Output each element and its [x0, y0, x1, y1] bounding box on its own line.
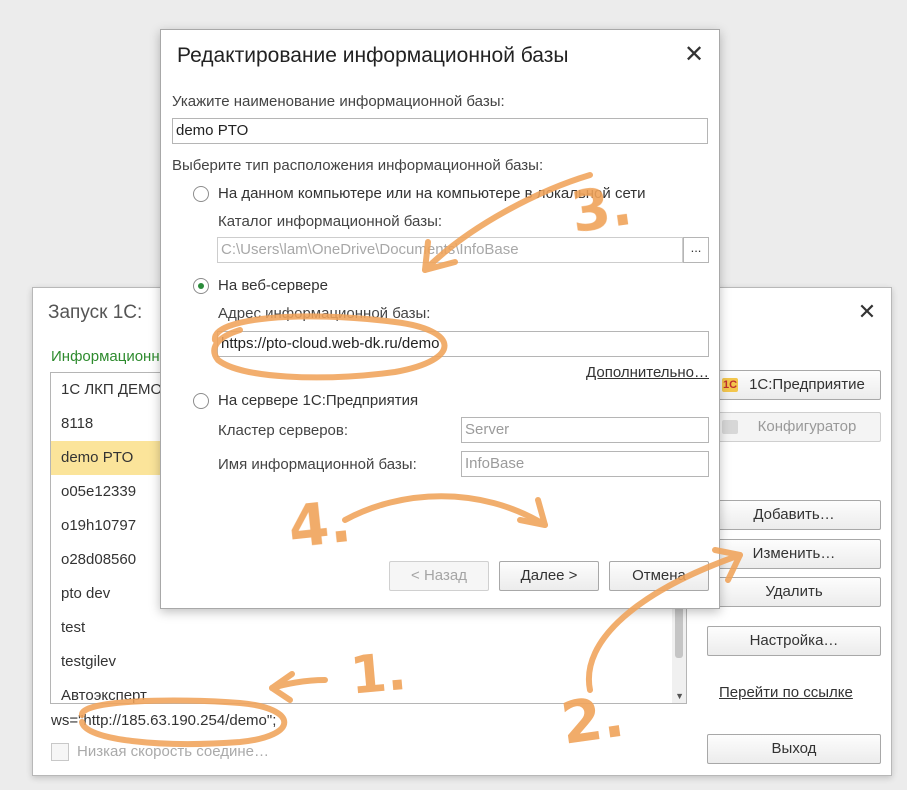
back-button[interactable]: < Назад — [389, 561, 489, 591]
ibname-label: Имя информационной базы: — [218, 456, 417, 473]
browse-button[interactable]: ... — [683, 237, 709, 263]
ibname-input[interactable]: InfoBase — [461, 451, 709, 477]
radio-server-label[interactable]: На сервере 1С:Предприятия — [218, 392, 418, 409]
designer-button[interactable]: Конфигуратор — [707, 412, 881, 442]
edit-button[interactable]: Изменить… — [707, 539, 881, 569]
scroll-down-icon[interactable]: ▼ — [675, 691, 684, 701]
list-item[interactable]: testgilev — [51, 645, 669, 679]
cluster-input[interactable]: Server — [461, 417, 709, 443]
radio-local[interactable] — [193, 186, 209, 202]
1c-logo-icon: 1С — [722, 378, 738, 392]
cancel-button[interactable]: Отмена — [609, 561, 709, 591]
edit-infobase-dialog: Редактирование информационной базы ✕ Ука… — [160, 29, 720, 609]
delete-button[interactable]: Удалить — [707, 577, 881, 607]
close-icon[interactable]: ✕ — [857, 301, 877, 323]
dialog-title: Редактирование информационной базы — [177, 44, 569, 67]
designer-button-label: Конфигуратор — [757, 418, 857, 435]
next-button[interactable]: Далее > — [499, 561, 599, 591]
more-link[interactable]: Дополнительно… — [586, 364, 709, 381]
location-label: Выберите тип расположения информационной… — [172, 157, 544, 174]
radio-web[interactable] — [193, 278, 209, 294]
catalog-label: Каталог информационной базы: — [218, 213, 443, 230]
list-item[interactable]: test — [51, 611, 669, 645]
name-label: Укажите наименование информационной базы… — [172, 93, 505, 110]
follow-link[interactable]: Перейти по ссылке — [719, 684, 853, 701]
enterprise-button-label: 1С:Предприятие — [749, 376, 865, 393]
infobase-list-label: Информационн — [51, 348, 160, 365]
slow-connection-checkbox[interactable] — [51, 743, 69, 761]
connection-string: ws="http://185.63.190.254/demo"; — [51, 712, 277, 729]
enterprise-button[interactable]: 1С 1С:Предприятие — [707, 370, 881, 400]
address-input[interactable]: https://pto-cloud.web-dk.ru/demo — [217, 331, 709, 357]
slow-connection-label: Низкая скорость соедине… — [77, 743, 270, 760]
close-icon[interactable]: ✕ — [683, 43, 705, 67]
list-item[interactable]: Автоэксперт — [51, 679, 669, 703]
designer-icon — [722, 420, 738, 434]
address-label: Адрес информационной базы: — [218, 305, 431, 322]
radio-server[interactable] — [193, 393, 209, 409]
radio-local-label[interactable]: На данном компьютере или на компьютере в… — [218, 185, 646, 202]
exit-button[interactable]: Выход — [707, 734, 881, 764]
infobase-name-input[interactable]: demo PTO — [172, 118, 708, 144]
catalog-input[interactable]: C:\Users\lam\OneDrive\Documents\InfoBase — [217, 237, 683, 263]
radio-web-label[interactable]: На веб-сервере — [218, 277, 328, 294]
add-button[interactable]: Добавить… — [707, 500, 881, 530]
settings-button[interactable]: Настройка… — [707, 626, 881, 656]
launcher-title: Запуск 1С: — [48, 302, 143, 323]
cluster-label: Кластер серверов: — [218, 422, 349, 439]
